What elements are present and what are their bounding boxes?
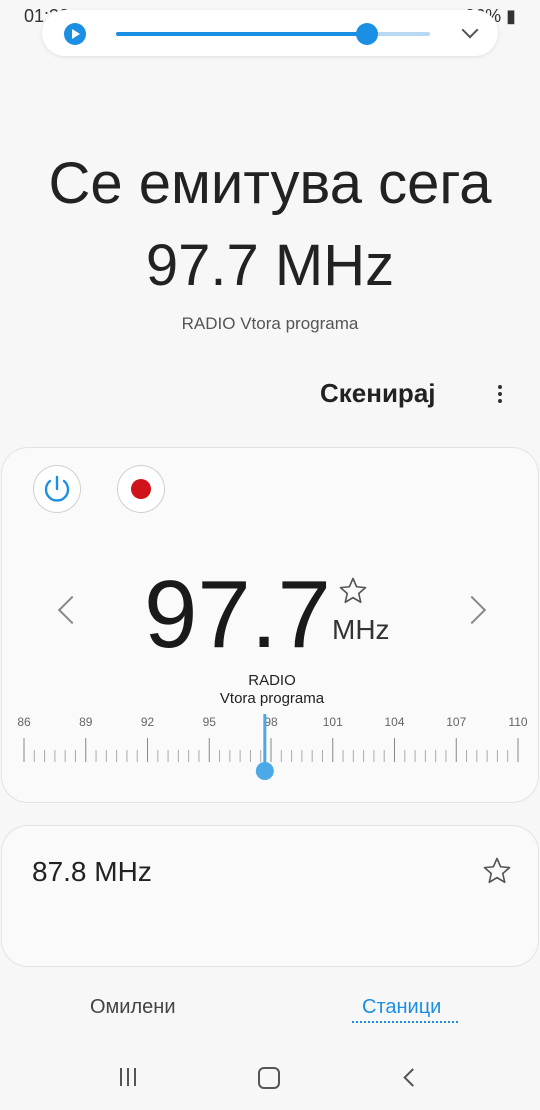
record-button[interactable] [118,466,164,512]
scale-label: 104 [384,715,404,729]
scale-label: 98 [264,715,278,729]
frequency-scale[interactable]: 86 89 92 95 98 101 104 107 110 [2,710,538,790]
scale-label: 92 [141,715,155,729]
previous-station-icon[interactable] [57,595,87,625]
tuner-handle[interactable] [255,762,274,780]
station-list-card: 87.8 MHz [2,826,538,966]
scale-label: 86 [17,715,31,729]
tuner-station-line2: Vtora programa [219,690,325,707]
play-icon[interactable] [64,23,86,45]
progress-slider[interactable] [116,23,430,45]
tab-favorites[interactable]: Омилени [90,996,176,1019]
progress-thumb[interactable] [356,23,379,45]
tuner-frequency: 97.7 [144,561,331,668]
power-button[interactable] [34,466,80,512]
scale-label: 101 [323,715,343,729]
mini-player [42,10,498,56]
scale-label: 107 [446,715,466,729]
navigation-bar [0,1040,540,1110]
now-playing-title: Се емитува сега [48,151,492,216]
scan-button[interactable]: Скенирај [320,378,436,409]
more-options-icon[interactable] [490,382,510,408]
back-icon[interactable] [403,1068,422,1087]
tab-stations[interactable]: Станици [362,996,441,1019]
tuner-station-line1: RADIO [248,672,296,689]
record-icon [131,479,151,499]
power-icon [44,475,70,502]
next-station-icon[interactable] [457,595,487,625]
scale-label: 89 [79,715,93,729]
home-icon[interactable] [258,1067,280,1089]
tuner-card: 97.7 MHz RADIO Vtora programa 86 89 92 95 98… [2,448,538,802]
station-frequency[interactable]: 87.8 MHz [32,856,152,888]
favorite-star-icon[interactable] [338,576,368,606]
progress-fill [116,32,368,36]
now-playing-station: RADIO Vtora programa [181,314,359,333]
recent-apps-icon[interactable] [118,1068,140,1086]
chevron-down-icon[interactable] [461,21,479,39]
tab-stations-indicator [352,1021,458,1023]
scale-label: 110 [508,715,527,729]
scale-label: 95 [203,715,217,729]
tuner-unit: MHz [332,614,390,645]
favorite-star-icon[interactable] [482,856,512,886]
now-playing-frequency: 97.7 MHz [145,233,395,298]
